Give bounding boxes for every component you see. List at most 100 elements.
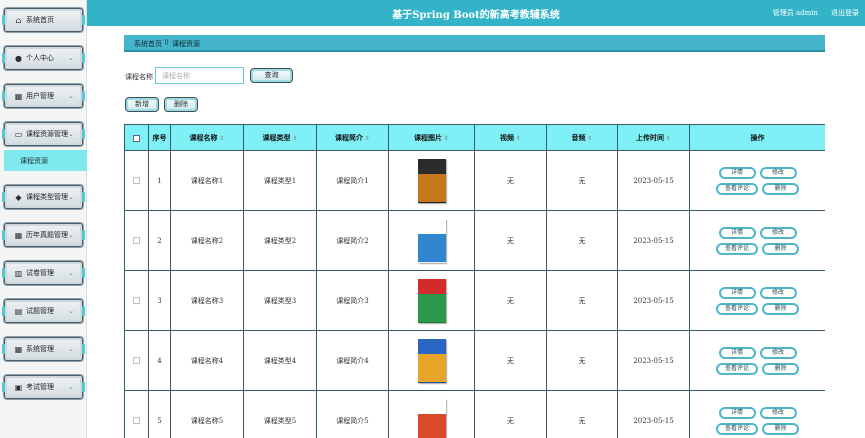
chevron-down-icon: ⌄: [68, 231, 74, 239]
cell-intro: 课程简介4: [316, 330, 389, 391]
sidebar-subitem-course-resource[interactable]: 课程资源: [4, 150, 87, 171]
delete-button[interactable]: 删除: [164, 97, 198, 112]
column-header-label: 音频: [571, 132, 586, 142]
column-header-label: 课程名称: [189, 132, 218, 142]
course-cover-image[interactable]: [417, 278, 446, 323]
column-header[interactable]: 上传时间 ⇕: [617, 124, 690, 151]
sort-icon[interactable]: ⇕: [292, 135, 297, 142]
chevron-down-icon: ⌄: [68, 92, 74, 100]
search-input[interactable]: [155, 67, 244, 84]
view-comments-button[interactable]: 查看评论: [716, 422, 758, 435]
table-header-row: 序号 课程名称 ⇕ 课程类型 ⇕ 课程简介 ⇕ 课程图片 ⇕ 视频 ⇕ 音频 ⇕ 上传时间 ⇕…: [124, 124, 825, 151]
sidebar-item-label: 试卷管理: [26, 269, 54, 277]
course-cover-image[interactable]: [417, 158, 446, 203]
detail-button[interactable]: 详情: [718, 166, 756, 179]
sidebar-item-course-types[interactable]: ◆ 课程类型管理 ⌄: [2, 185, 85, 209]
cell-image: [388, 150, 475, 211]
detail-button[interactable]: 详情: [718, 286, 756, 299]
sidebar-item-past-exams[interactable]: ▦ 历年真题管理 ⌄: [2, 223, 85, 247]
edit-button[interactable]: 修改: [759, 226, 797, 239]
chevron-down-icon: ⌄: [68, 383, 74, 391]
sort-icon[interactable]: ⇕: [666, 135, 671, 142]
row-delete-button[interactable]: 删除: [762, 362, 799, 375]
course-cover-image[interactable]: [417, 338, 446, 383]
cell-intro: 课程简介5: [316, 390, 389, 438]
cell-image: [388, 390, 475, 438]
row-checkbox[interactable]: [133, 177, 140, 184]
sidebar-item-papers[interactable]: ▥ 试卷管理 ⌄: [2, 261, 85, 285]
cell-no: 3: [148, 270, 171, 331]
column-header[interactable]: 课程简介 ⇕: [316, 124, 389, 151]
row-select-cell[interactable]: [124, 270, 149, 331]
column-header[interactable]: 课程类型 ⇕: [243, 124, 317, 151]
sort-icon[interactable]: ⇕: [444, 135, 449, 142]
cell-video: 无: [474, 330, 547, 391]
course-cover-image[interactable]: [417, 218, 446, 263]
row-checkbox[interactable]: [133, 297, 140, 304]
column-header[interactable]: 课程名称 ⇕: [170, 124, 244, 151]
select-all-cell[interactable]: [124, 124, 149, 151]
course-table-wrapper: 序号 课程名称 ⇕ 课程类型 ⇕ 课程简介 ⇕ 课程图片 ⇕ 视频 ⇕ 音频 ⇕ 上传时间 ⇕…: [124, 124, 825, 438]
sidebar-item-questions[interactable]: ▤ 试题管理 ⌄: [2, 299, 85, 323]
grid-icon: ▦: [14, 345, 23, 354]
sidebar-item-exams[interactable]: ▣ 考试管理 ⌄: [2, 375, 85, 399]
detail-button[interactable]: 详情: [718, 406, 756, 419]
cell-audio: 无: [546, 390, 618, 438]
sort-icon[interactable]: ⇕: [587, 135, 592, 142]
view-comments-button[interactable]: 查看评论: [716, 302, 758, 315]
view-comments-button[interactable]: 查看评论: [716, 362, 758, 375]
edit-button[interactable]: 修改: [759, 166, 797, 179]
course-cover-image[interactable]: [417, 398, 446, 438]
row-delete-button[interactable]: 删除: [762, 182, 799, 195]
cell-name: 课程名称5: [170, 390, 244, 438]
chevron-down-icon: ⌄: [68, 130, 74, 138]
sidebar-item-profile[interactable]: ● 个人中心 ⌄: [2, 46, 85, 70]
row-select-cell[interactable]: [124, 330, 149, 391]
sort-icon[interactable]: ⇕: [516, 135, 521, 142]
edit-button[interactable]: 修改: [759, 406, 797, 419]
row-select-cell[interactable]: [124, 150, 149, 211]
select-all-checkbox[interactable]: [133, 134, 140, 142]
sidebar-item-home[interactable]: ⌂ 系统首页: [2, 8, 85, 32]
row-delete-button[interactable]: 删除: [762, 422, 799, 435]
cell-type: 课程类型3: [243, 270, 317, 331]
sidebar-item-course-resources[interactable]: ▭ 课程资源管理 ⌄: [2, 122, 85, 146]
row-delete-button[interactable]: 删除: [762, 242, 799, 255]
chart-icon: ▥: [14, 269, 23, 278]
sort-icon[interactable]: ⇕: [219, 135, 224, 142]
row-delete-button[interactable]: 删除: [762, 302, 799, 315]
sidebar-item-users[interactable]: ▦ 用户管理 ⌄: [2, 84, 85, 108]
detail-button[interactable]: 详情: [718, 226, 756, 239]
row-checkbox[interactable]: [133, 357, 140, 364]
row-select-cell[interactable]: [124, 390, 149, 438]
sidebar-item-system[interactable]: ▦ 系统管理 ⌄: [2, 337, 85, 361]
column-header: 序号: [148, 124, 171, 151]
cell-time: 2023-05-15: [617, 270, 690, 331]
row-select-cell[interactable]: [124, 210, 149, 271]
detail-button[interactable]: 详情: [718, 346, 756, 359]
cell-intro: 课程简介1: [316, 150, 389, 211]
row-checkbox[interactable]: [133, 417, 140, 424]
sidebar-item-label: 系统管理: [26, 345, 54, 353]
edit-button[interactable]: 修改: [759, 346, 797, 359]
search-button[interactable]: 查询: [250, 68, 293, 83]
sort-icon[interactable]: ⇕: [365, 135, 370, 142]
table-row: 2 课程名称2 课程类型2 课程简介2 无 无 2023-05-15 详情 修改 …: [124, 210, 825, 271]
cell-no: 4: [148, 330, 171, 391]
logout-link[interactable]: 退出登录: [831, 8, 859, 18]
row-checkbox[interactable]: [133, 237, 140, 244]
column-header[interactable]: 课程图片 ⇕: [388, 124, 475, 151]
column-header-label: 上传时间: [635, 132, 664, 142]
cell-name: 课程名称1: [170, 150, 244, 211]
cell-actions: 详情 修改 查看评论 删除: [689, 210, 825, 271]
view-comments-button[interactable]: 查看评论: [716, 182, 758, 195]
column-header[interactable]: 视频 ⇕: [474, 124, 547, 151]
view-comments-button[interactable]: 查看评论: [716, 242, 758, 255]
column-header-label: 视频: [499, 132, 514, 142]
edit-button[interactable]: 修改: [759, 286, 797, 299]
breadcrumb-home[interactable]: 系统首页: [134, 39, 162, 49]
add-button[interactable]: 新增: [125, 97, 159, 112]
chevron-down-icon: ⌄: [68, 269, 74, 277]
cell-image: [388, 330, 475, 391]
column-header[interactable]: 音频 ⇕: [546, 124, 618, 151]
